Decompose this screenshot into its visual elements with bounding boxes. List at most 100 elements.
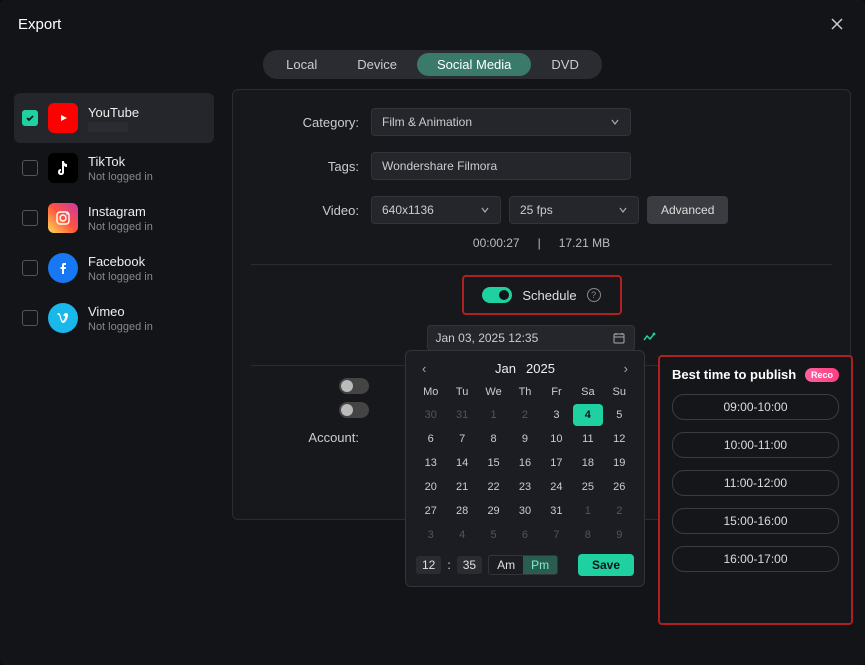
- dialog-header: Export: [14, 10, 851, 44]
- calendar-day[interactable]: 12: [605, 428, 634, 450]
- calendar-day[interactable]: 8: [479, 428, 508, 450]
- resolution-value: 640x1136: [382, 203, 434, 217]
- calendar-day[interactable]: 30: [416, 404, 445, 426]
- next-month-button[interactable]: ›: [618, 359, 634, 378]
- datetime-row: Jan 03, 2025 12:35: [427, 325, 657, 351]
- facebook-icon: [48, 253, 78, 283]
- checkbox-vimeo[interactable]: [22, 310, 38, 326]
- tags-input[interactable]: Wondershare Filmora: [371, 152, 631, 180]
- time-slot[interactable]: 11:00-12:00: [672, 470, 839, 496]
- close-button[interactable]: [827, 14, 847, 34]
- calendar-day[interactable]: 7: [542, 524, 571, 546]
- calendar-day[interactable]: 18: [573, 452, 602, 474]
- calendar-popover: ‹ Jan2025 › Mo Tu We Th Fr Sa Su 30 31 1…: [405, 350, 645, 587]
- best-time-icon[interactable]: [641, 330, 657, 346]
- checkbox-youtube[interactable]: [22, 110, 38, 126]
- calendar-day[interactable]: 31: [447, 404, 476, 426]
- platform-status: Not logged in: [88, 321, 153, 333]
- calendar-day[interactable]: 1: [479, 404, 508, 426]
- schedule-section: Schedule ?: [462, 275, 622, 315]
- prev-month-button[interactable]: ‹: [416, 359, 432, 378]
- save-button[interactable]: Save: [578, 554, 634, 576]
- calendar-day[interactable]: 24: [542, 476, 571, 498]
- checkbox-tiktok[interactable]: [22, 160, 38, 176]
- calendar-day[interactable]: 26: [605, 476, 634, 498]
- calendar-day[interactable]: 16: [510, 452, 539, 474]
- platform-instagram[interactable]: Instagram Not logged in: [14, 193, 214, 243]
- calendar-grid: Mo Tu We Th Fr Sa Su 30 31 1 2 3 4 5 6 7…: [416, 382, 634, 546]
- calendar-day[interactable]: 3: [416, 524, 445, 546]
- fps-value: 25 fps: [520, 203, 553, 217]
- hour-input[interactable]: 12: [416, 556, 441, 574]
- calendar-day[interactable]: 19: [605, 452, 634, 474]
- dow: Fr: [542, 382, 571, 402]
- platform-facebook[interactable]: Facebook Not logged in: [14, 243, 214, 293]
- calendar-day[interactable]: 9: [510, 428, 539, 450]
- calendar-day[interactable]: 17: [542, 452, 571, 474]
- resolution-select[interactable]: 640x1136: [371, 196, 501, 224]
- platform-youtube[interactable]: YouTube: [14, 93, 214, 143]
- calendar-day[interactable]: 7: [447, 428, 476, 450]
- calendar-day[interactable]: 25: [573, 476, 602, 498]
- time-slot[interactable]: 16:00-17:00: [672, 546, 839, 572]
- calendar-day[interactable]: 15: [479, 452, 508, 474]
- calendar-day[interactable]: 22: [479, 476, 508, 498]
- tab-local[interactable]: Local: [266, 53, 337, 76]
- calendar-day-selected[interactable]: 4: [573, 404, 602, 426]
- checkbox-facebook[interactable]: [22, 260, 38, 276]
- platform-account-redacted: [88, 122, 128, 132]
- calendar-day[interactable]: 21: [447, 476, 476, 498]
- vimeo-icon: [48, 303, 78, 333]
- am-button[interactable]: Am: [489, 556, 523, 574]
- calendar-day[interactable]: 30: [510, 500, 539, 522]
- help-icon[interactable]: ?: [587, 288, 601, 302]
- tab-device[interactable]: Device: [337, 53, 417, 76]
- time-slot[interactable]: 15:00-16:00: [672, 508, 839, 534]
- checkbox-instagram[interactable]: [22, 210, 38, 226]
- tab-dvd[interactable]: DVD: [531, 53, 598, 76]
- platform-tiktok[interactable]: TikTok Not logged in: [14, 143, 214, 193]
- calendar-day[interactable]: 31: [542, 500, 571, 522]
- calendar-day[interactable]: 6: [416, 428, 445, 450]
- calendar-day[interactable]: 2: [510, 404, 539, 426]
- advanced-button[interactable]: Advanced: [647, 196, 728, 224]
- datetime-input[interactable]: Jan 03, 2025 12:35: [427, 325, 635, 351]
- calendar-day[interactable]: 23: [510, 476, 539, 498]
- option-toggle-1[interactable]: [339, 378, 369, 394]
- calendar-day[interactable]: 5: [479, 524, 508, 546]
- minute-input[interactable]: 35: [457, 556, 482, 574]
- calendar-day[interactable]: 13: [416, 452, 445, 474]
- ampm-toggle: Am Pm: [488, 555, 558, 575]
- calendar-day[interactable]: 10: [542, 428, 571, 450]
- fps-select[interactable]: 25 fps: [509, 196, 639, 224]
- chevron-down-icon: [618, 205, 628, 215]
- time-slot[interactable]: 10:00-11:00: [672, 432, 839, 458]
- calendar-day[interactable]: 20: [416, 476, 445, 498]
- category-select[interactable]: Film & Animation: [371, 108, 631, 136]
- platform-vimeo[interactable]: Vimeo Not logged in: [14, 293, 214, 343]
- datetime-value: Jan 03, 2025 12:35: [436, 331, 539, 345]
- filesize-value: 17.21 MB: [559, 236, 610, 250]
- pm-button[interactable]: Pm: [523, 556, 557, 574]
- calendar-day[interactable]: 8: [573, 524, 602, 546]
- calendar-day[interactable]: 1: [573, 500, 602, 522]
- time-slot[interactable]: 09:00-10:00: [672, 394, 839, 420]
- calendar-day[interactable]: 6: [510, 524, 539, 546]
- calendar-day[interactable]: 9: [605, 524, 634, 546]
- option-toggle-2[interactable]: [339, 402, 369, 418]
- calendar-day[interactable]: 3: [542, 404, 571, 426]
- calendar-day[interactable]: 2: [605, 500, 634, 522]
- tab-social-media[interactable]: Social Media: [417, 53, 531, 76]
- calendar-day[interactable]: 29: [479, 500, 508, 522]
- calendar-title: Jan2025: [495, 361, 555, 376]
- calendar-day[interactable]: 14: [447, 452, 476, 474]
- account-label: Account:: [257, 430, 359, 445]
- platform-name: TikTok: [88, 154, 153, 169]
- calendar-day[interactable]: 27: [416, 500, 445, 522]
- schedule-toggle[interactable]: [482, 287, 512, 303]
- calendar-day[interactable]: 11: [573, 428, 602, 450]
- calendar-day[interactable]: 4: [447, 524, 476, 546]
- calendar-day[interactable]: 28: [447, 500, 476, 522]
- calendar-day[interactable]: 5: [605, 404, 634, 426]
- youtube-icon: [48, 103, 78, 133]
